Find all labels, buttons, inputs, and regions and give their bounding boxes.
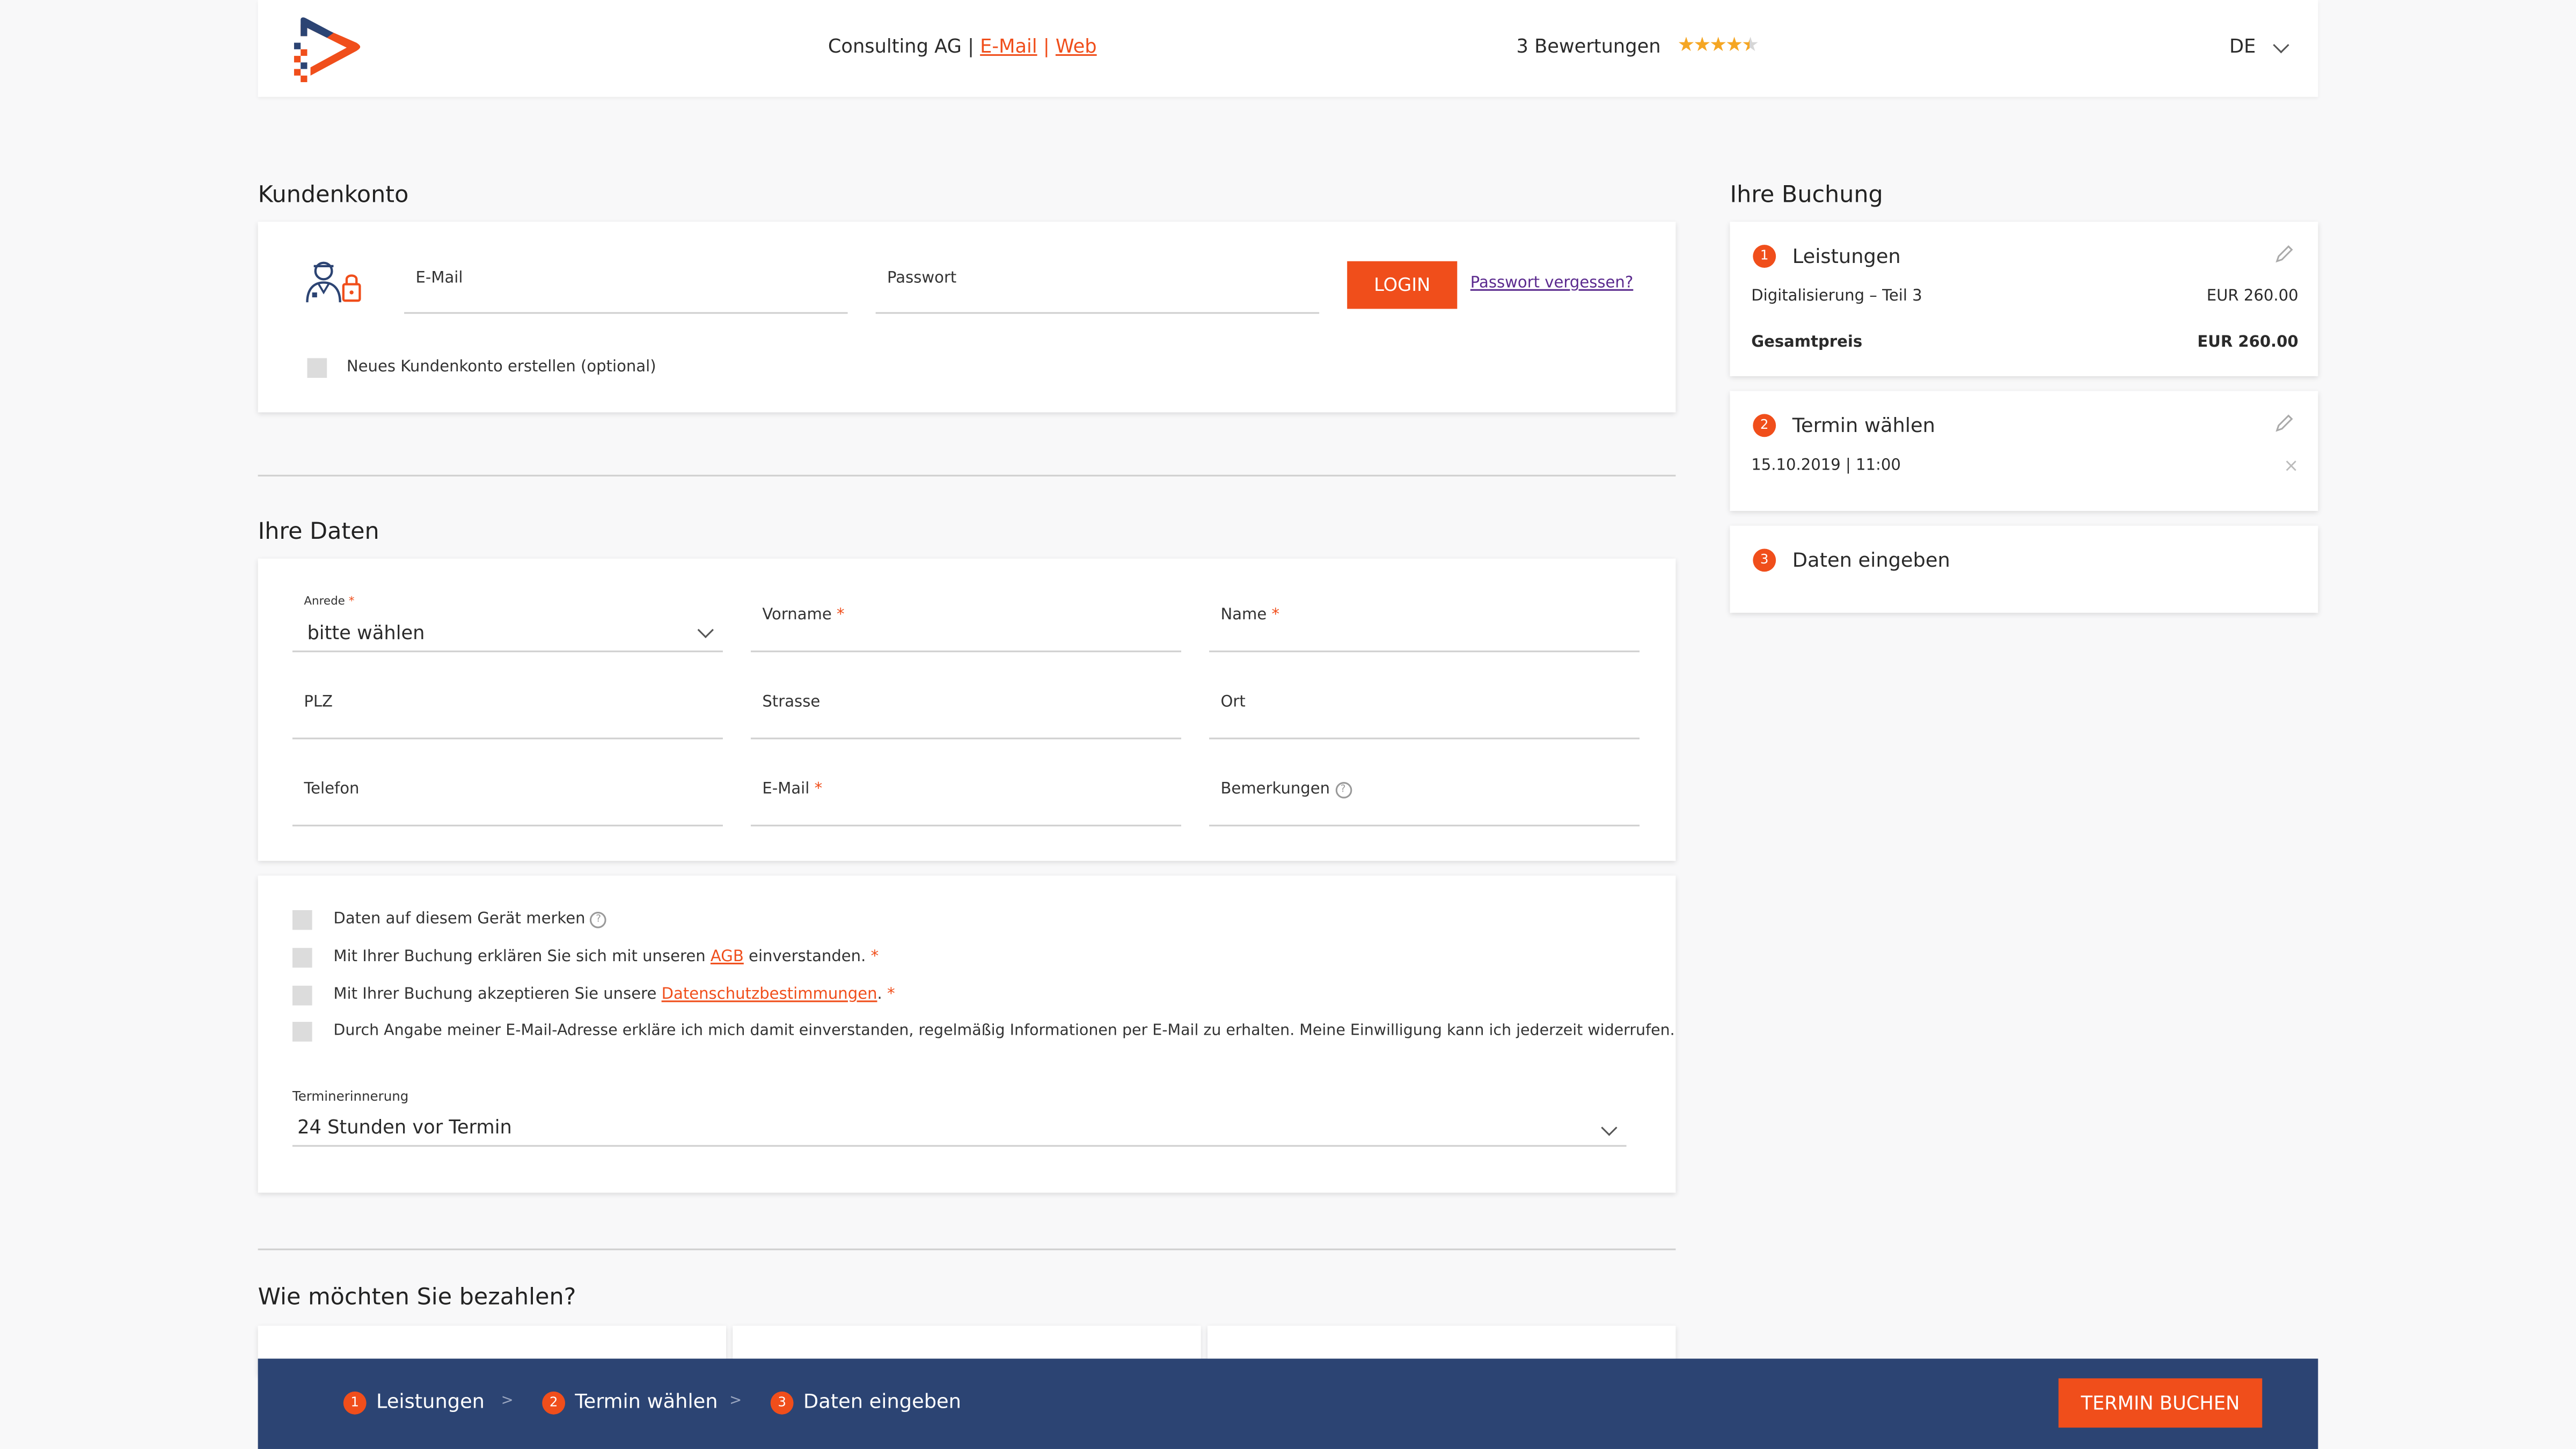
edit-pencil-icon[interactable] — [2274, 412, 2295, 434]
street-label: Strasse — [762, 693, 821, 712]
step-number-badge: 2 — [1753, 414, 1776, 437]
agb-label: Mit Ihrer Buchung erklären Sie sich mit … — [333, 948, 879, 966]
appointment-step-title: Termin wählen — [1792, 414, 1935, 437]
booking-data-card: 3 Daten eingeben — [1730, 525, 2318, 613]
total-label: Gesamtpreis — [1751, 333, 1863, 352]
account-title: Kundenkonto — [258, 182, 409, 209]
salutation-value: bitte wählen — [307, 621, 425, 644]
footer-progress-bar: 1 Leistungen > 2 Termin wählen > 3 Daten… — [258, 1358, 2318, 1449]
city-field[interactable]: Ort — [1209, 685, 1640, 740]
email-link[interactable]: E-Mail — [980, 34, 1037, 57]
service-price: EUR 260.00 — [2206, 287, 2299, 306]
rating-stars[interactable]: ★★★★★ — [1677, 33, 1759, 56]
company-name: Consulting AG | — [828, 34, 974, 58]
firstname-label: Vorname * — [762, 606, 845, 625]
login-button[interactable]: LOGIN — [1347, 261, 1458, 309]
login-password-field[interactable]: Passwort — [875, 263, 1320, 314]
name-label: Name * — [1220, 606, 1280, 625]
agb-checkbox[interactable] — [292, 948, 312, 968]
services-step-title: Leistungen — [1792, 245, 1901, 268]
step-number-badge: 1 — [343, 1391, 367, 1415]
web-link[interactable]: Web — [1056, 34, 1097, 57]
salutation-label: Anrede * — [304, 595, 355, 608]
newsletter-label: Durch Angabe meiner E-Mail-Adresse erklä… — [333, 1022, 1675, 1040]
section-divider — [258, 474, 1676, 477]
chevron-down-icon — [1601, 1119, 1618, 1136]
language-select[interactable]: DE — [2229, 34, 2256, 57]
step-number-badge: 2 — [542, 1391, 566, 1415]
help-icon[interactable]: ? — [590, 911, 607, 928]
account-card: E-Mail Passwort LOGIN Passwort vergessen… — [258, 222, 1676, 413]
zip-label: PLZ — [304, 693, 333, 712]
login-email-label: E-Mail — [415, 269, 463, 288]
book-appointment-button[interactable]: TERMIN BUCHEN — [2058, 1378, 2263, 1428]
reminder-select[interactable]: Terminerinnerung 24 Stunden vor Termin — [292, 1089, 1627, 1147]
email-field[interactable]: E-Mail * — [750, 772, 1182, 826]
login-email-field[interactable]: E-Mail — [404, 263, 848, 314]
newsletter-checkbox[interactable] — [292, 1022, 312, 1042]
link-separator: | — [1043, 34, 1050, 58]
total-price: EUR 260.00 — [2197, 333, 2299, 352]
forgot-password-link[interactable]: Passwort vergessen? — [1470, 274, 1634, 292]
firstname-field[interactable]: Vorname * — [750, 598, 1182, 653]
booking-appointment-card: 2 Termin wählen 15.10.2019 | 11:00 × — [1730, 391, 2318, 511]
remember-label: Daten auf diesem Gerät merken ? — [333, 910, 607, 928]
remember-checkbox[interactable] — [292, 910, 312, 930]
zip-field[interactable]: PLZ — [292, 685, 723, 740]
city-label: Ort — [1220, 693, 1246, 712]
phone-label: Telefon — [304, 780, 360, 799]
privacy-link[interactable]: Datenschutzbestimmungen — [662, 986, 877, 1004]
booking-services-card: 1 Leistungen Digitalisierung – Teil 3 EU… — [1730, 222, 2318, 377]
step-number-badge: 3 — [770, 1391, 794, 1415]
star-icon: ★ — [1709, 33, 1727, 56]
privacy-checkbox[interactable] — [292, 985, 312, 1006]
step-arrow: > — [501, 1393, 514, 1410]
privacy-label: Mit Ihrer Buchung akzeptieren Sie unsere… — [333, 985, 895, 1004]
company-logo — [294, 17, 361, 83]
remarks-field[interactable]: Bemerkungen ? — [1209, 772, 1640, 826]
appointment-datetime: 15.10.2019 | 11:00 — [1751, 457, 1901, 475]
agb-link[interactable]: AGB — [711, 948, 744, 966]
booking-title: Ihre Buchung — [1730, 182, 1883, 209]
service-name: Digitalisierung – Teil 3 — [1751, 287, 1922, 306]
step-arrow: > — [729, 1393, 742, 1410]
phone-field[interactable]: Telefon — [292, 772, 723, 826]
half-star-icon: ★ — [1741, 33, 1759, 56]
salutation-select[interactable]: Anrede * bitte wählen — [292, 595, 723, 653]
close-icon[interactable]: × — [2284, 455, 2299, 477]
footer-step-appointment[interactable]: Termin wählen — [575, 1390, 718, 1413]
payment-title: Wie möchten Sie bezahlen? — [258, 1284, 576, 1311]
section-divider — [258, 1248, 1676, 1250]
company-contact: Consulting AG | E-Mail | Web — [828, 34, 1097, 57]
star-icon: ★ — [1725, 33, 1743, 56]
your-data-title: Ihre Daten — [258, 519, 379, 546]
footer-step-services[interactable]: Leistungen — [376, 1390, 485, 1413]
create-account-checkbox[interactable] — [307, 358, 327, 378]
login-password-label: Passwort — [887, 269, 957, 288]
help-icon[interactable]: ? — [1335, 782, 1351, 799]
user-lock-icon — [306, 261, 361, 303]
create-account-label: Neues Kundenkonto erstellen (optional) — [346, 358, 656, 377]
data-step-title: Daten eingeben — [1792, 548, 1950, 572]
header-bar: Consulting AG | E-Mail | Web 3 Bewertung… — [258, 0, 2318, 97]
reviews-count[interactable]: 3 Bewertungen — [1516, 34, 1660, 57]
footer-step-data[interactable]: Daten eingeben — [803, 1390, 961, 1413]
name-field[interactable]: Name * — [1209, 598, 1640, 653]
remarks-label: Bemerkungen ? — [1220, 780, 1351, 799]
reminder-label: Terminerinnerung — [292, 1089, 409, 1104]
email-label: E-Mail * — [762, 780, 823, 799]
street-field[interactable]: Strasse — [750, 685, 1182, 740]
chevron-down-icon[interactable] — [2273, 37, 2289, 54]
reminder-value: 24 Stunden vor Termin — [297, 1115, 512, 1139]
step-number-badge: 3 — [1753, 548, 1776, 572]
star-icon: ★ — [1693, 33, 1711, 56]
step-number-badge: 1 — [1753, 245, 1776, 268]
personal-data-card: Anrede * bitte wählen Vorname * Name * P… — [258, 558, 1676, 861]
chevron-down-icon — [697, 621, 714, 639]
edit-pencil-icon[interactable] — [2274, 243, 2295, 265]
consents-card: Daten auf diesem Gerät merken ? Mit Ihre… — [258, 875, 1676, 1193]
star-icon: ★ — [1677, 33, 1695, 56]
booking-page: Consulting AG | E-Mail | Web 3 Bewertung… — [0, 0, 2576, 1449]
